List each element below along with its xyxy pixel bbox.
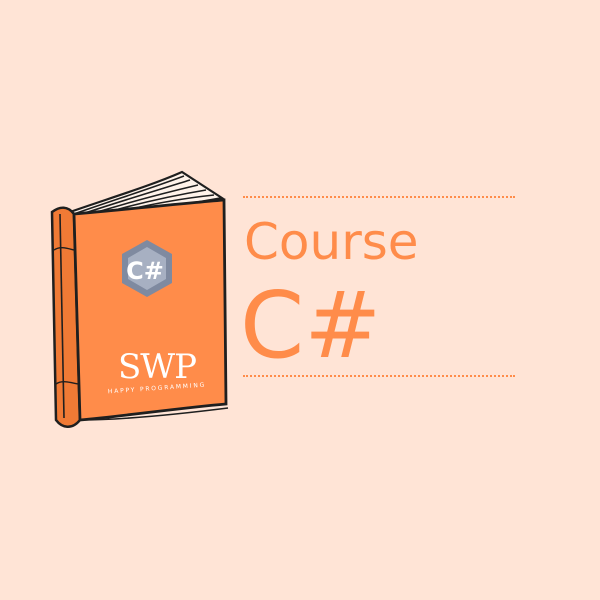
brand-logo-text: SWP bbox=[117, 347, 197, 387]
title-language: C# bbox=[240, 272, 382, 379]
title-course: Course bbox=[244, 213, 419, 271]
slide-canvas: C# SWP HAPPY PROGRAMMING Course C# bbox=[0, 0, 600, 600]
divider-top bbox=[243, 196, 515, 198]
csharp-logo-text: C# bbox=[126, 257, 164, 285]
divider-bottom bbox=[243, 375, 515, 377]
cover-brand: SWP HAPPY PROGRAMMING bbox=[96, 347, 218, 395]
